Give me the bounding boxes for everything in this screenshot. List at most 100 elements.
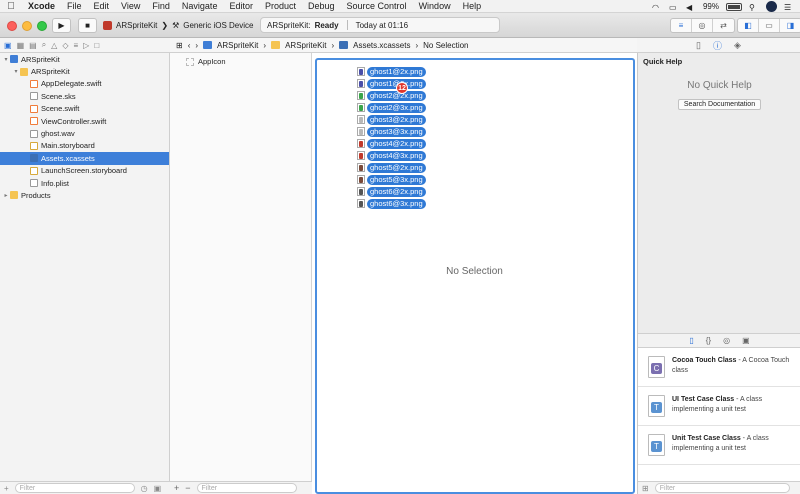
user-avatar[interactable] — [766, 1, 777, 12]
menu-edit[interactable]: Edit — [88, 1, 116, 11]
navigator-item[interactable]: Scene.sks — [0, 90, 169, 102]
navigator-toggle-icon[interactable]: ◧ — [738, 19, 759, 32]
add-asset-icon[interactable]: + — [174, 483, 179, 493]
file-inspector-icon[interactable]: ▯ — [696, 40, 701, 51]
menu-editor[interactable]: Editor — [223, 1, 259, 11]
library-item[interactable]: C Cocoa Touch Class - A Cocoa Touch class — [638, 348, 800, 387]
navigator-item[interactable]: ghost.wav — [0, 127, 169, 139]
library-item[interactable]: T Unit Test Case Class - A class implemen… — [638, 426, 800, 465]
navigator-item-label: Info.plist — [41, 178, 69, 188]
breadcrumb-selection[interactable]: No Selection — [423, 41, 468, 50]
report-navigator-icon[interactable]: □ — [94, 41, 99, 50]
file-template-library-icon[interactable]: ▯ — [689, 336, 693, 345]
utilities-toggle-icon[interactable]: ◨ — [780, 19, 800, 32]
template-file-icon: T — [648, 395, 665, 417]
png-file-icon — [357, 151, 365, 160]
code-snippet-library-icon[interactable]: {} — [706, 336, 711, 345]
navigator-item[interactable]: ViewController.swift — [0, 115, 169, 127]
png-file-icon — [357, 199, 365, 208]
project-navigator-icon[interactable]: ▣ — [4, 41, 12, 50]
wifi-icon[interactable]: ◠ — [652, 3, 662, 12]
dragged-file: ghost6@2x.png — [357, 186, 426, 197]
breadcrumb-group[interactable]: ARSpriteKit — [285, 41, 326, 50]
menu-debug[interactable]: Debug — [302, 1, 341, 11]
object-library-icon[interactable]: ◎ — [723, 336, 730, 345]
related-items-icon[interactable]: ⊞ — [176, 41, 183, 50]
asset-item-appicon[interactable]: AppIcon — [186, 57, 226, 66]
library-item-text: UI Test Case Class - A class implementin… — [672, 395, 800, 415]
recent-files-icon[interactable]: ◷ — [141, 484, 148, 493]
file-icon — [30, 92, 38, 101]
dragged-file: ghost2@2x.png — [357, 90, 426, 101]
search-documentation-button[interactable]: Search Documentation — [678, 99, 761, 110]
scheme-selector[interactable]: ARSpriteKit ❯ ⚒ Generic iOS Device — [103, 18, 253, 33]
menu-view[interactable]: View — [115, 1, 146, 11]
assets-icon — [30, 154, 38, 163]
test-navigator-icon[interactable]: ◇ — [62, 41, 68, 50]
navigator-item[interactable]: Main.storyboard — [0, 140, 169, 152]
navigator-filter-field[interactable]: Filter — [14, 483, 135, 493]
navigator-item[interactable]: LaunchScreen.storyboard — [0, 165, 169, 177]
disclosure-triangle-icon[interactable]: ▾ — [12, 68, 20, 75]
breadcrumb-assets[interactable]: Assets.xcassets — [353, 41, 410, 50]
volume-icon[interactable]: ◀ — [686, 3, 696, 12]
close-window-button[interactable] — [7, 21, 17, 31]
standard-editor-icon[interactable]: ≡ — [671, 19, 692, 32]
apple-menu-icon[interactable]:  — [0, 1, 22, 12]
modified-files-icon[interactable]: ▣ — [154, 484, 162, 493]
symbol-navigator-icon[interactable]: ▤ — [29, 41, 37, 50]
forward-icon[interactable]: › — [195, 41, 198, 50]
zoom-window-button[interactable] — [37, 21, 47, 31]
png-file-icon — [357, 163, 365, 172]
source-control-navigator-icon[interactable]: ▦ — [17, 41, 25, 50]
disclosure-triangle-icon[interactable]: ▸ — [2, 192, 10, 199]
library-filter-field[interactable]: Filter — [654, 483, 790, 493]
navigator-item[interactable]: ▾ ARSpriteKit — [0, 53, 169, 65]
menu-product[interactable]: Product — [259, 1, 302, 11]
navigator-item[interactable]: AppDelegate.swift — [0, 78, 169, 90]
dragged-file: ghost1@3x.png — [357, 78, 426, 89]
project-navigator: ▾ ARSpriteKit ▾ ARSpriteKit AppDelegate.swif… — [0, 53, 170, 481]
debug-navigator-icon[interactable]: ≡ — [73, 41, 78, 50]
quick-help-icon[interactable]: ⓘ — [713, 39, 722, 52]
assistant-editor-icon[interactable]: ◎ — [692, 19, 713, 32]
back-icon[interactable]: ‹ — [188, 41, 191, 50]
stop-button[interactable]: ■ — [78, 18, 97, 33]
add-file-icon[interactable]: + — [4, 484, 9, 493]
minimize-window-button[interactable] — [22, 21, 32, 31]
navigator-item[interactable]: Info.plist — [0, 177, 169, 189]
find-navigator-icon[interactable]: ⌕ — [42, 40, 46, 50]
grid-view-icon[interactable]: ⊞ — [642, 484, 649, 493]
battery-icon[interactable] — [726, 2, 742, 11]
notification-center-icon[interactable]: ☰ — [784, 3, 794, 12]
version-editor-icon[interactable]: ⇄ — [713, 19, 734, 32]
inspector-selector-bar: ▯ ⓘ ◈ — [637, 38, 800, 53]
spotlight-icon[interactable]: ⚲ — [749, 3, 759, 12]
menu-help[interactable]: Help — [457, 1, 488, 11]
navigator-item[interactable]: ▾ ARSpriteKit — [0, 65, 169, 77]
asset-filter-field[interactable]: Filter — [196, 483, 297, 493]
media-library-icon[interactable]: ▣ — [742, 336, 750, 345]
menu-app-name[interactable]: Xcode — [22, 1, 61, 11]
run-button[interactable]: ▶ — [52, 18, 71, 33]
library-item[interactable]: T UI Test Case Class - A class implementi… — [638, 387, 800, 426]
menu-window[interactable]: Window — [413, 1, 457, 11]
menu-find[interactable]: Find — [146, 1, 176, 11]
navigator-item[interactable]: ▸ Products — [0, 189, 169, 201]
breakpoint-navigator-icon[interactable]: ▷ — [83, 41, 89, 50]
dragged-file: ghost4@2x.png — [357, 138, 426, 149]
dragged-file: ghost5@3x.png — [357, 174, 426, 185]
airplay-icon[interactable]: ▭ — [669, 3, 679, 12]
menu-file[interactable]: File — [61, 1, 88, 11]
disclosure-triangle-icon[interactable]: ▾ — [2, 56, 10, 63]
debug-area-toggle-icon[interactable]: ▭ — [759, 19, 780, 32]
breadcrumb-project[interactable]: ARSpriteKit — [217, 41, 258, 50]
issue-navigator-icon[interactable]: △ — [51, 41, 57, 50]
remove-asset-icon[interactable]: − — [185, 483, 190, 493]
attributes-inspector-icon[interactable]: ◈ — [734, 40, 741, 51]
menu-navigate[interactable]: Navigate — [176, 1, 224, 11]
navigator-item[interactable]: Assets.xcassets — [0, 152, 169, 165]
app-target-icon — [103, 21, 112, 30]
menu-source-control[interactable]: Source Control — [341, 1, 413, 11]
navigator-item[interactable]: Scene.swift — [0, 103, 169, 115]
